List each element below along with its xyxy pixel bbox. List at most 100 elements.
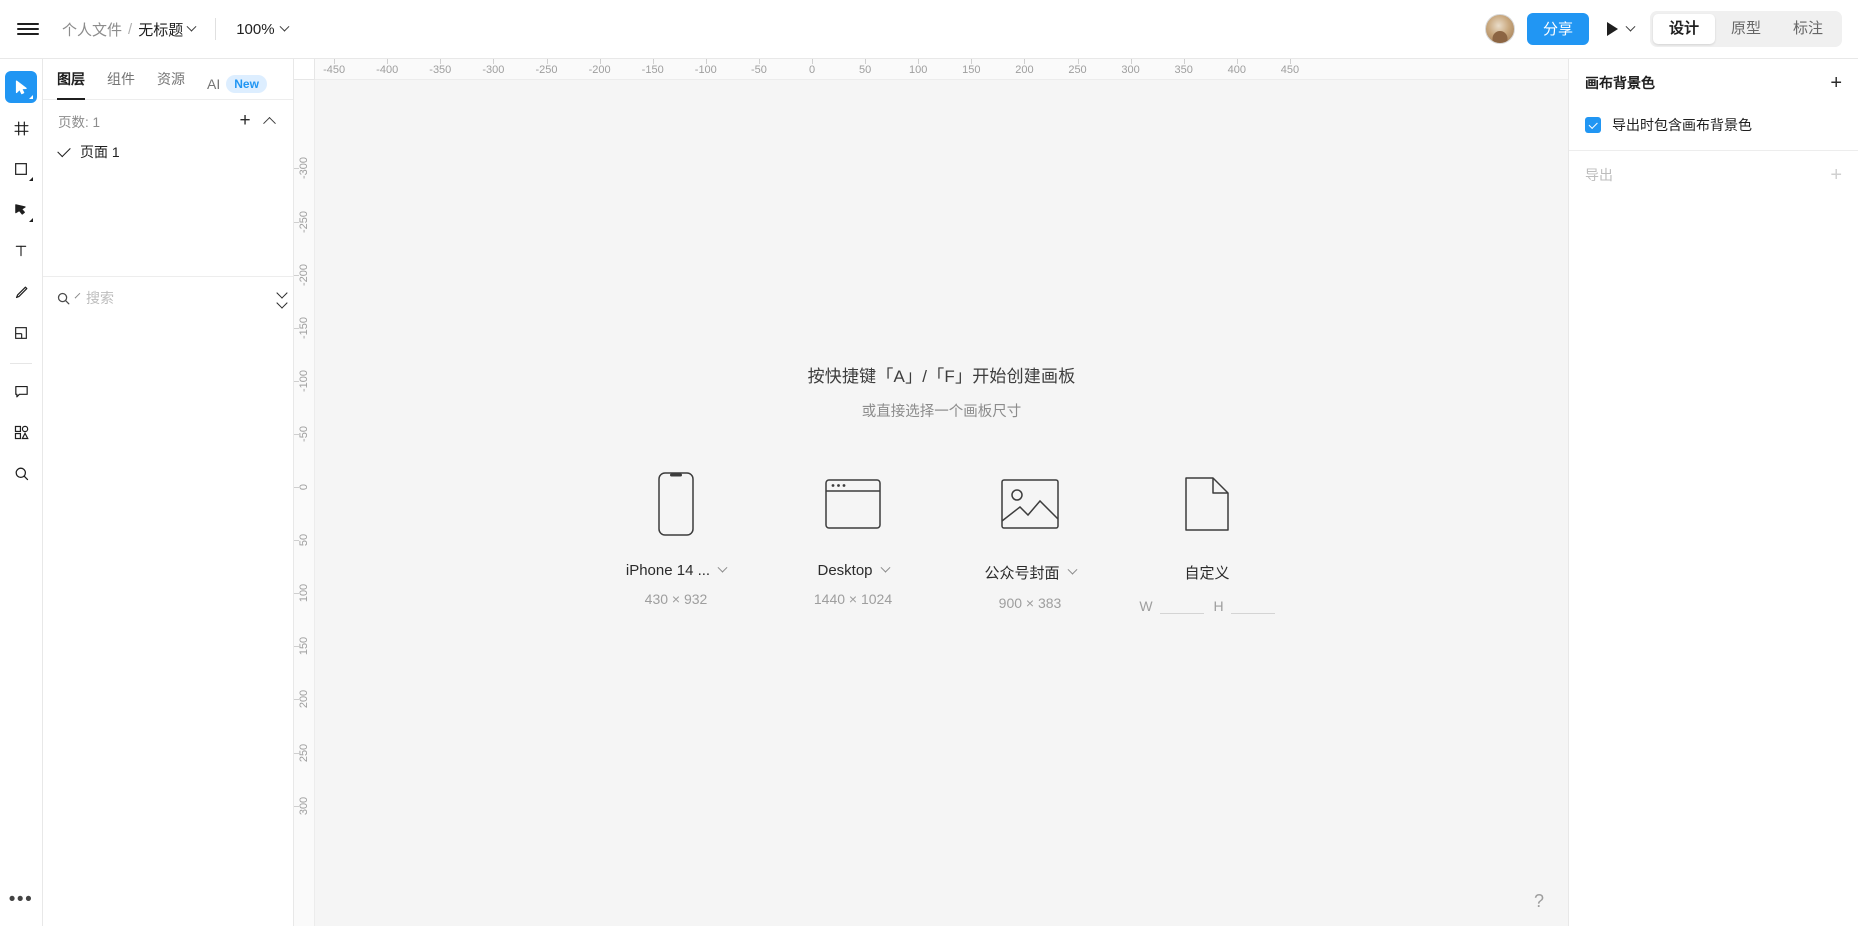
search-tool[interactable] [5,457,37,489]
canvas-viewport[interactable]: 按快捷键「A」/「F」开始创建画板 或直接选择一个画板尺寸 iPhone 14 … [315,80,1568,926]
browser-window-icon [825,468,881,540]
expand-all-icon[interactable] [275,286,289,310]
search-input[interactable] [84,290,269,306]
custom-height-input[interactable] [1230,595,1275,614]
tab-annotation[interactable]: 标注 [1777,14,1839,44]
image-icon [1001,468,1059,540]
custom-width-input[interactable] [1159,595,1204,614]
share-button[interactable]: 分享 [1526,13,1589,45]
ruler-label: -400 [376,64,399,76]
header-right-group: 分享 设计 原型 标注 [1484,11,1858,47]
header-left-group: 个人文件 / 无标题 100% [0,0,294,58]
include-background-label: 导出时包含画布背景色 [1612,117,1752,133]
present-button[interactable] [1606,21,1636,36]
chevron-down-icon[interactable] [74,292,81,298]
chevron-down-icon [279,21,290,32]
preset-desktop-name-row[interactable]: Desktop [817,562,890,579]
comment-tool[interactable] [5,375,37,407]
preset-wechat-label: 公众号封面 [984,565,1060,582]
plugin-tool[interactable] [5,416,37,448]
empty-state-subtitle: 或直接选择一个画板尺寸 [861,404,1022,420]
collapse-pages-button[interactable] [257,109,281,133]
app-root: 个人文件 / 无标题 100% 分享 设计 原型 标注 ••• 图层 组件 资源… [0,0,1858,926]
ruler-label: -450 [323,64,346,76]
preset-custom[interactable]: 自定义 W H [1119,468,1296,614]
add-canvas-background-button[interactable]: + [1830,73,1842,93]
chevron-down-icon[interactable] [1625,21,1636,32]
export-header: 导出 + [1585,151,1842,198]
empty-state-title: 按快捷键「A」/「F」开始创建画板 [807,367,1076,386]
preset-wechat-cover[interactable]: 公众号封面 900 × 383 [942,468,1119,611]
ruler-label: 0 [298,483,310,491]
preset-desktop-label: Desktop [817,562,873,579]
header-divider [215,18,217,40]
ruler-label: -100 [298,369,310,392]
panel-tab-components[interactable]: 组件 [107,69,135,100]
left-panel-tabs: 图层 组件 资源 AI New [43,59,293,100]
slice-tool[interactable] [5,317,37,349]
text-tool[interactable] [5,235,37,267]
preset-wechat-name-row[interactable]: 公众号封面 [984,562,1077,583]
ruler-label: 0 [808,64,816,76]
help-button[interactable]: ? [1526,888,1552,914]
preset-iphone[interactable]: iPhone 14 ... 430 × 932 [588,468,765,607]
chevron-down-icon[interactable] [880,562,890,573]
document-icon [1185,468,1229,540]
breadcrumb[interactable]: 个人文件 / 无标题 [56,13,201,45]
ruler-corner [294,59,315,80]
frame-tool[interactable] [5,112,37,144]
chevron-down-icon[interactable] [1067,564,1077,575]
panel-tab-resources[interactable]: 资源 [157,69,185,100]
include-background-checkbox-row[interactable]: 导出时包含画布背景色 [1585,106,1842,144]
toolbar-divider [10,363,32,364]
rectangle-tool[interactable] [5,153,37,185]
ruler-label: -150 [641,64,664,76]
tab-design[interactable]: 设计 [1652,14,1715,44]
ruler-label: -50 [750,64,767,76]
ruler-label: 150 [298,637,310,656]
export-section: 导出 + [1569,151,1858,198]
panel-tab-layers[interactable]: 图层 [57,69,85,100]
pages-list: 页面 1 [43,137,293,276]
canvas-background-title: 画布背景色 [1585,74,1655,91]
checkbox-checked-icon[interactable] [1585,117,1601,133]
canvas-area[interactable]: -450 -400 -350 -300 -250 -200 -150 -100 -50 0 50 10… [294,59,1568,926]
ruler-label: -200 [588,64,611,76]
ruler-label: 350 [1174,64,1193,76]
toolbar-more-button[interactable]: ••• [5,884,37,916]
chevron-down-icon[interactable] [717,562,728,573]
custom-height-field: H [1214,595,1275,614]
panel-tab-ai[interactable]: AI New [207,75,267,93]
ruler-label: 400 [1227,64,1246,76]
ruler-label: 250 [1068,64,1087,76]
custom-height-label: H [1213,598,1224,614]
move-cursor-tool[interactable] [5,71,37,103]
ruler-label: 100 [909,64,928,76]
ruler-label: 200 [1015,64,1034,76]
ruler-label: 50 [858,64,872,76]
vertical-ruler: -300 -250 -200 -150 -100 -50 0 50 100 150 200 250 30… [294,80,315,926]
avatar[interactable] [1484,14,1515,44]
ruler-label: 200 [298,690,310,709]
pages-count-label: 页数: 1 [58,114,101,130]
page-list-item[interactable]: 页面 1 [43,137,293,167]
right-panel: 画布背景色 + 导出时包含画布背景色 导出 + [1568,59,1858,926]
horizontal-ruler: -450 -400 -350 -300 -250 -200 -150 -100 -50 0 50 10… [315,59,1568,80]
hamburger-menu-icon[interactable] [0,0,56,59]
add-export-button[interactable]: + [1830,165,1842,185]
ruler-label: -300 [298,157,310,180]
preset-wechat-size: 900 × 383 [998,595,1062,611]
tab-prototype[interactable]: 原型 [1715,14,1777,44]
zoom-control[interactable]: 100% [230,13,293,45]
custom-size-fields: W H [1139,595,1275,614]
pencil-tool[interactable] [5,276,37,308]
artboard-presets: iPhone 14 ... 430 × 932 Desktop 1440 × 1… [588,468,1296,614]
search-icon [57,292,70,304]
pen-tool[interactable] [5,194,37,226]
ruler-label: 450 [1280,64,1300,76]
preset-desktop[interactable]: Desktop 1440 × 1024 [765,468,942,607]
preset-iphone-name-row[interactable]: iPhone 14 ... [626,562,728,579]
canvas-background-header: 画布背景色 + [1585,59,1842,106]
layer-search-row [43,277,293,319]
add-page-button[interactable]: + [233,109,257,133]
